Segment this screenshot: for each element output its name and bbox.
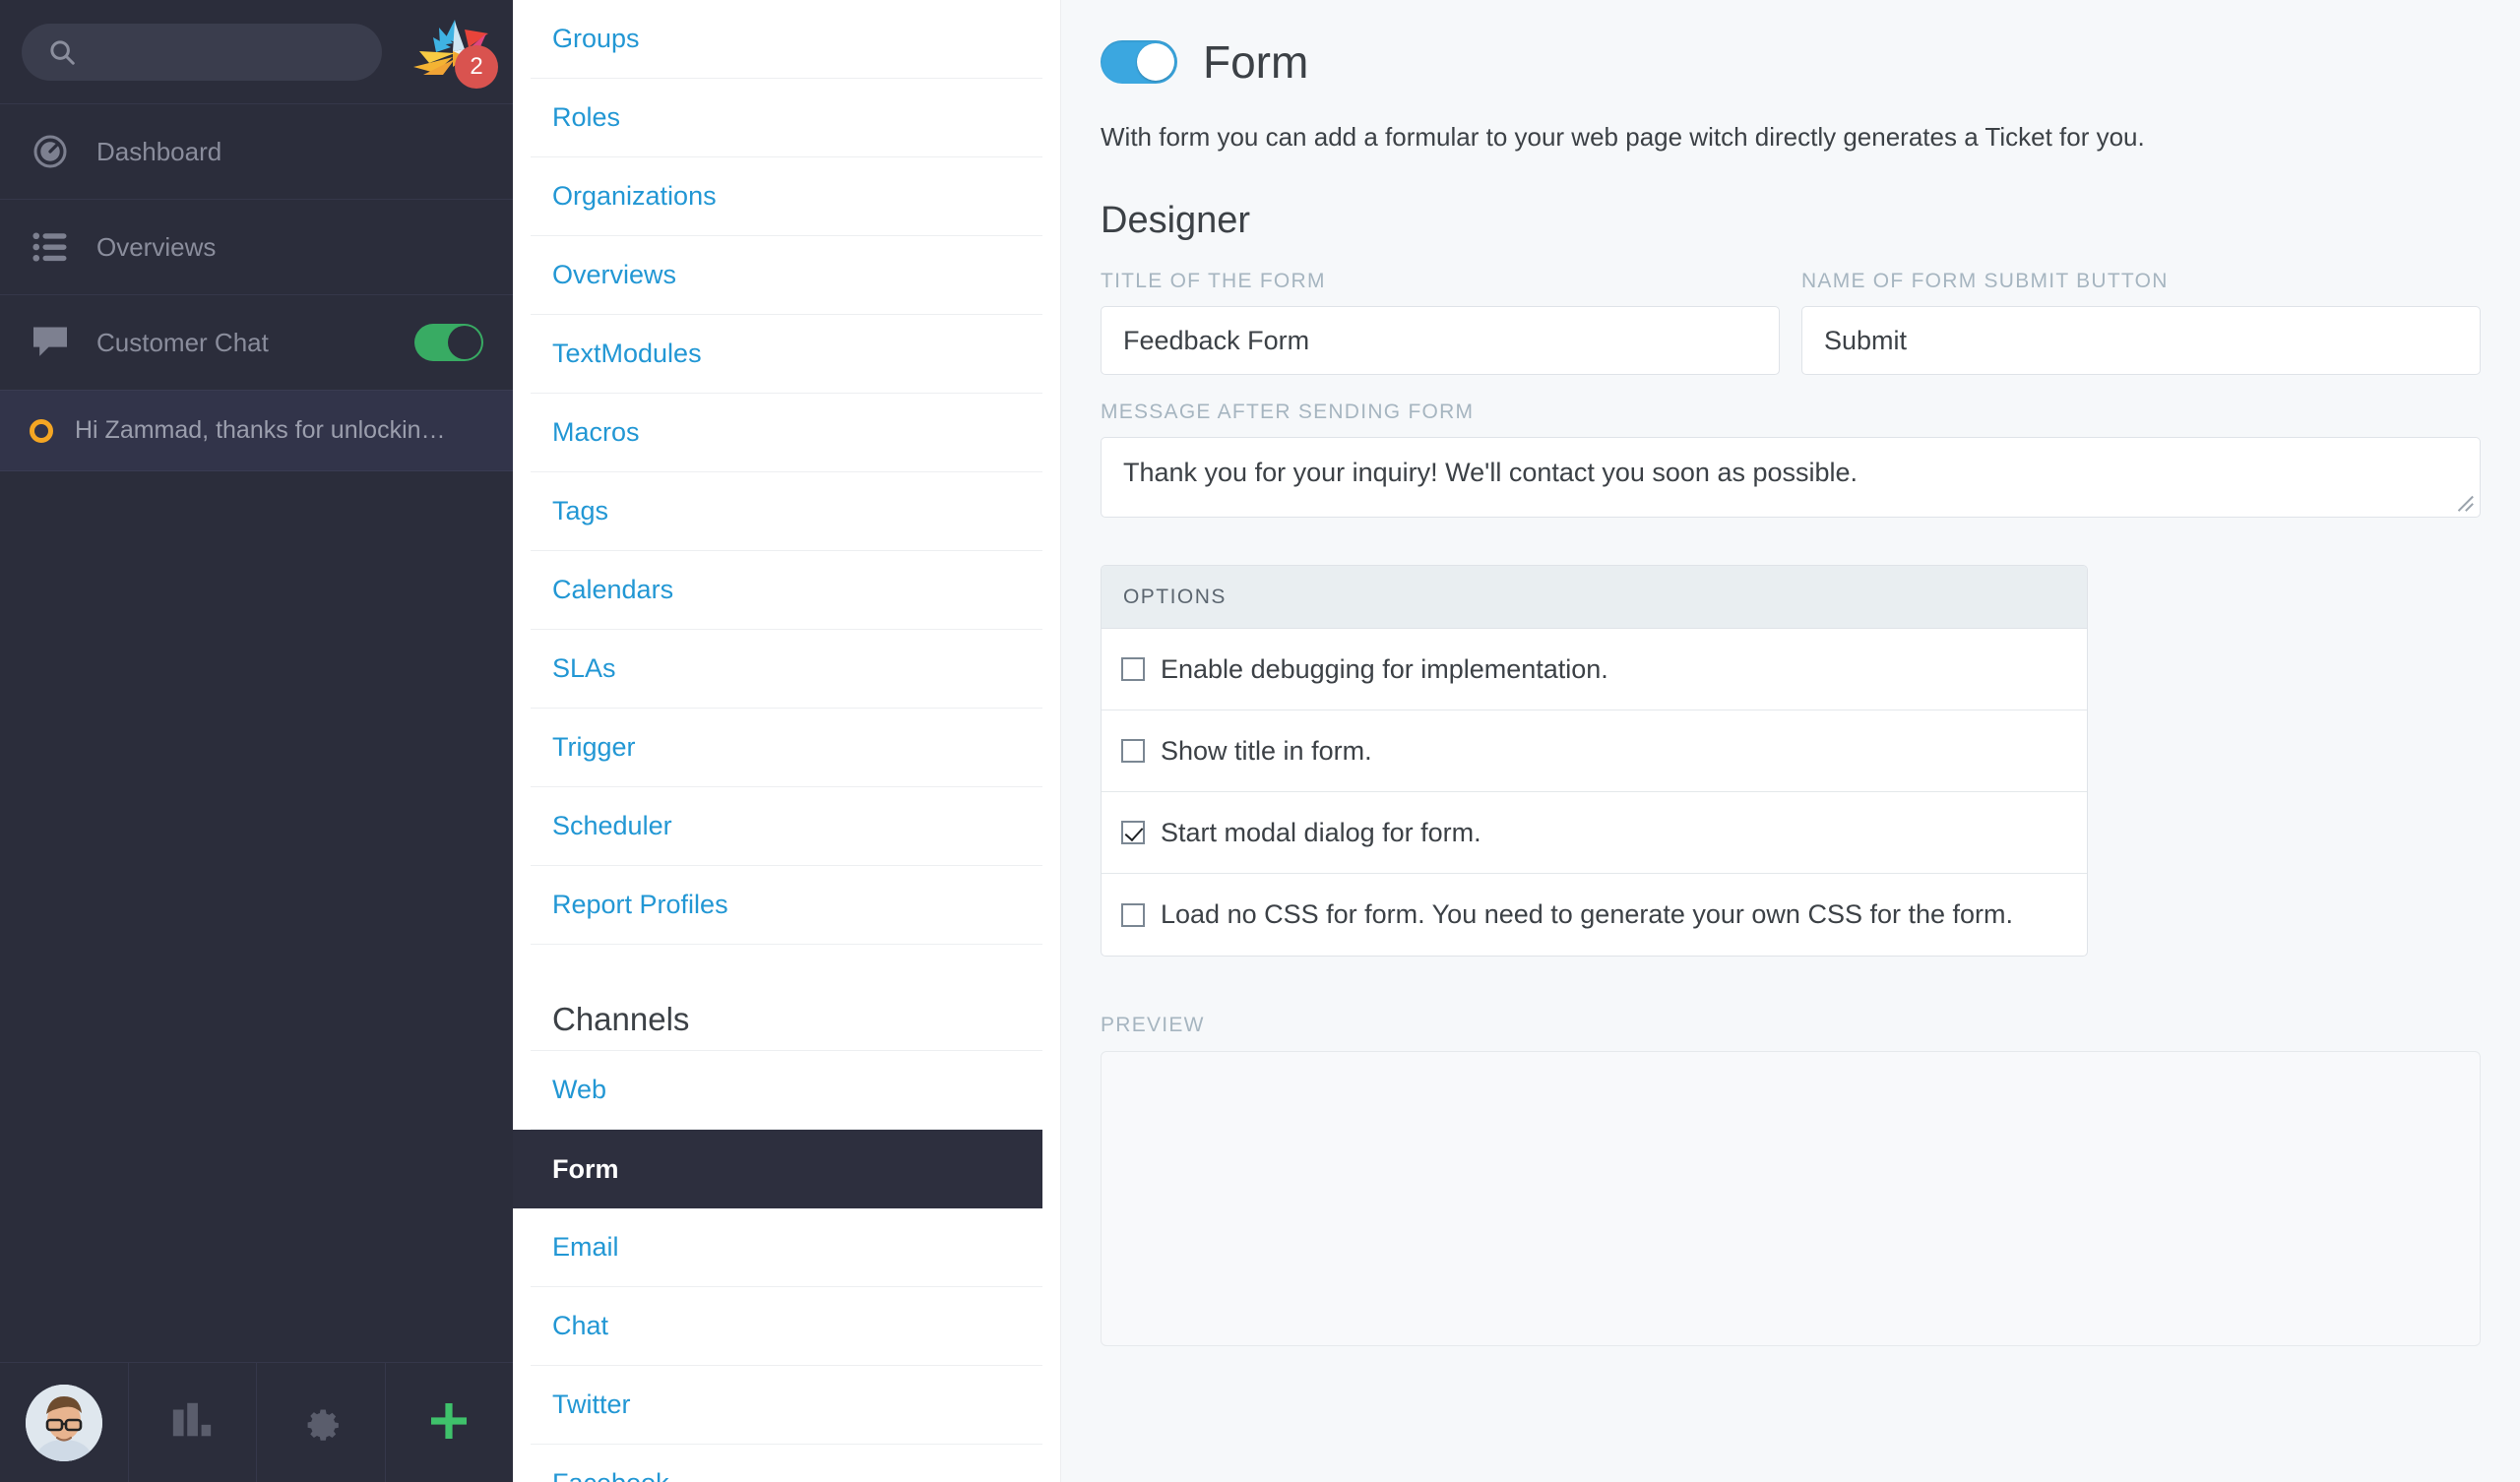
app-root: 2 Dashboard Overviews Customer Chat Hi Z…: [0, 0, 2520, 1482]
admin-nav-manage-list: Groups Roles Organizations Overviews Tex…: [513, 0, 1060, 945]
message-label: MESSAGE AFTER SENDING FORM: [1101, 401, 1475, 423]
admin-nav-item-organizations[interactable]: Organizations: [531, 157, 1042, 236]
admin-nav-item-scheduler[interactable]: Scheduler: [531, 787, 1042, 866]
admin-nav-item-slas[interactable]: SLAs: [531, 630, 1042, 709]
settings-button[interactable]: [257, 1363, 386, 1482]
primary-sidebar: 2 Dashboard Overviews Customer Chat Hi Z…: [0, 0, 513, 1482]
sidebar-item-dashboard[interactable]: Dashboard: [0, 103, 513, 199]
plus-icon: [425, 1397, 472, 1450]
sidebar-item-label: Overviews: [96, 231, 217, 262]
designer-heading: Designer: [1101, 200, 1251, 241]
admin-nav-item-twitter[interactable]: Twitter: [531, 1366, 1042, 1445]
customer-chat-toggle[interactable]: [414, 324, 483, 361]
page-header: Form: [1101, 39, 2481, 85]
checkbox-show-title[interactable]: [1121, 739, 1145, 763]
chat-bubble-icon: [30, 326, 71, 359]
preview-box: [1101, 1051, 2481, 1346]
admin-nav-item-calendars[interactable]: Calendars: [531, 551, 1042, 630]
admin-nav-item-form[interactable]: Form: [513, 1130, 1042, 1208]
admin-nav-item-textmodules[interactable]: TextModules: [531, 315, 1042, 394]
avatar: [25, 1385, 102, 1461]
avatar-button[interactable]: [0, 1363, 129, 1482]
list-icon: [30, 232, 71, 262]
search-icon: [47, 37, 77, 67]
form-enable-toggle[interactable]: [1101, 40, 1177, 84]
admin-nav-item-roles[interactable]: Roles: [531, 79, 1042, 157]
sidebar-notification-text: Hi Zammad, thanks for unlockin…: [75, 416, 446, 444]
sidebar-item-customer-chat[interactable]: Customer Chat: [0, 294, 513, 390]
dashboard-gauge-icon: [30, 134, 71, 169]
admin-nav-item-web[interactable]: Web: [531, 1051, 1042, 1130]
add-button[interactable]: [386, 1363, 514, 1482]
message-textarea[interactable]: Thank you for your inquiry! We'll contac…: [1101, 437, 2481, 518]
search-box[interactable]: [22, 23, 382, 81]
page-title: Form: [1203, 36, 1309, 88]
sidebar-notification-item[interactable]: Hi Zammad, thanks for unlockin…: [0, 390, 513, 471]
admin-nav-item-groups[interactable]: Groups: [531, 0, 1042, 79]
submit-name-input[interactable]: Submit: [1801, 306, 2481, 375]
bar-chart-icon: [169, 1398, 215, 1449]
main-content: Form With form you can add a formular to…: [1061, 0, 2520, 1482]
checkbox-load-no-css[interactable]: [1121, 902, 1145, 927]
options-row-modal-dialog[interactable]: Start modal dialog for form.: [1102, 792, 2087, 874]
admin-nav-item-overviews[interactable]: Overviews: [531, 236, 1042, 315]
options-table: OPTIONS Enable debugging for implementat…: [1101, 565, 2088, 957]
message-field-group: MESSAGE AFTER SENDING FORM Thank you for…: [1101, 401, 2481, 518]
options-table-header: OPTIONS: [1102, 566, 2087, 629]
admin-nav-channels-heading: Channels: [531, 945, 1042, 1051]
admin-nav-item-email[interactable]: Email: [531, 1208, 1042, 1287]
submit-name-field-group: NAME OF FORM SUBMIT BUTTON Submit: [1801, 270, 2481, 375]
admin-nav-item-tags[interactable]: Tags: [531, 472, 1042, 551]
reporting-button[interactable]: [129, 1363, 257, 1482]
options-row-no-css[interactable]: Load no CSS for form. You need to genera…: [1102, 874, 2087, 956]
preview-label: PREVIEW: [1101, 1014, 1205, 1036]
options-row-show-title[interactable]: Show title in form.: [1102, 710, 2087, 792]
options-row-label: Load no CSS for form. You need to genera…: [1161, 899, 2014, 929]
resize-grip-icon[interactable]: [2453, 491, 2475, 513]
search-input[interactable]: [91, 37, 337, 66]
page-description: With form you can add a formular to your…: [1101, 122, 2145, 152]
admin-nav-panel: Groups Roles Organizations Overviews Tex…: [513, 0, 1061, 1482]
sidebar-bottom-bar: [0, 1362, 513, 1482]
designer-field-row: TITLE OF THE FORM Feedback Form NAME OF …: [1101, 270, 2481, 375]
options-row-label: Start modal dialog for form.: [1161, 817, 1481, 847]
admin-nav-item-chat[interactable]: Chat: [531, 1287, 1042, 1366]
admin-nav-item-facebook[interactable]: Facebook: [531, 1445, 1042, 1482]
options-row-label: Show title in form.: [1161, 735, 1372, 766]
sidebar-item-label: Dashboard: [96, 136, 222, 166]
form-title-input[interactable]: Feedback Form: [1101, 306, 1780, 375]
form-title-field-group: TITLE OF THE FORM Feedback Form: [1101, 270, 1780, 375]
form-title-label: TITLE OF THE FORM: [1101, 270, 1326, 292]
gear-icon: [298, 1398, 344, 1449]
message-textarea-value: Thank you for your inquiry! We'll contac…: [1123, 458, 1858, 487]
admin-nav-item-trigger[interactable]: Trigger: [531, 709, 1042, 787]
notification-badge[interactable]: 2: [455, 44, 498, 89]
admin-nav-item-report-profiles[interactable]: Report Profiles: [531, 866, 1042, 945]
checkbox-start-modal-dialog[interactable]: [1121, 821, 1145, 844]
checkbox-enable-debugging[interactable]: [1121, 657, 1145, 681]
admin-nav-channels-list: Web Form Email Chat Twitter Facebook: [513, 1051, 1060, 1482]
options-row-label: Enable debugging for implementation.: [1161, 653, 1608, 684]
options-row-debugging[interactable]: Enable debugging for implementation.: [1102, 629, 2087, 710]
sidebar-item-label: Customer Chat: [96, 327, 269, 357]
sidebar-item-overviews[interactable]: Overviews: [0, 199, 513, 294]
open-state-ring-icon: [30, 418, 53, 443]
sidebar-header: 2: [0, 0, 513, 103]
submit-name-label: NAME OF FORM SUBMIT BUTTON: [1801, 270, 2169, 292]
admin-nav-item-macros[interactable]: Macros: [531, 394, 1042, 472]
zammad-logo[interactable]: 2: [410, 18, 498, 89]
